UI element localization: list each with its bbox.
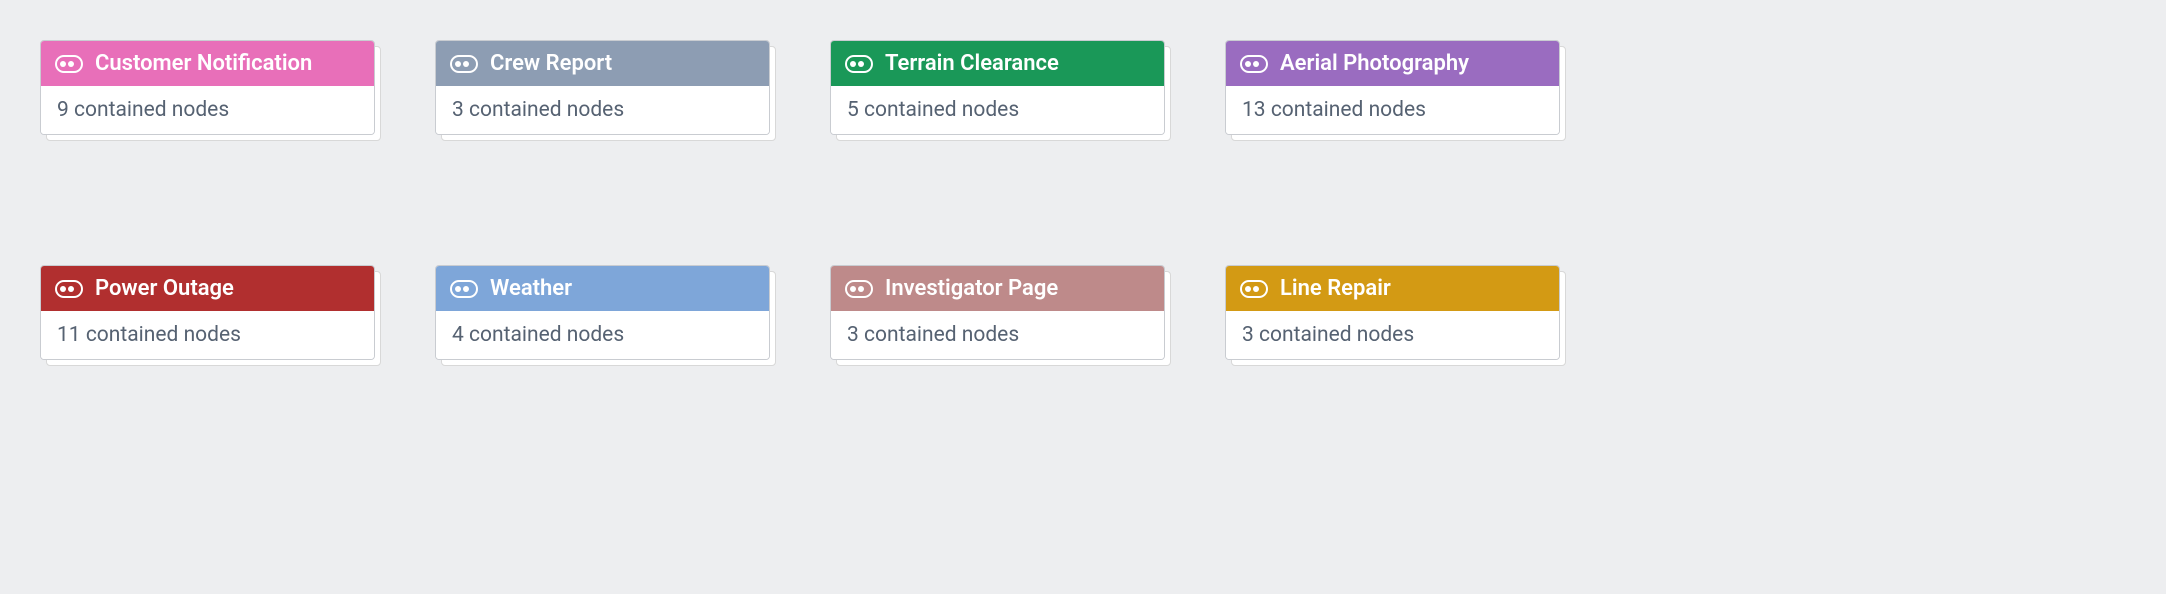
card-body: 11 contained nodes — [41, 311, 374, 359]
card-title: Customer Notification — [95, 51, 312, 76]
card-header: Customer Notification — [41, 41, 374, 86]
card[interactable]: Line Repair 3 contained nodes — [1225, 265, 1560, 360]
toggle-icon — [1240, 55, 1268, 73]
card-header: Investigator Page — [831, 266, 1164, 311]
card-header: Terrain Clearance — [831, 41, 1164, 86]
card-header: Line Repair — [1226, 266, 1559, 311]
card-body: 5 contained nodes — [831, 86, 1164, 134]
card-body: 9 contained nodes — [41, 86, 374, 134]
card[interactable]: Weather 4 contained nodes — [435, 265, 770, 360]
card-title: Weather — [490, 276, 572, 301]
card[interactable]: Customer Notification 9 contained nodes — [40, 40, 375, 135]
card-body: 3 contained nodes — [831, 311, 1164, 359]
card[interactable]: Power Outage 11 contained nodes — [40, 265, 375, 360]
toggle-icon — [845, 280, 873, 298]
card-title: Line Repair — [1280, 276, 1391, 301]
toggle-icon — [450, 280, 478, 298]
card-body: 3 contained nodes — [436, 86, 769, 134]
toggle-icon — [55, 55, 83, 73]
card[interactable]: Aerial Photography 13 contained nodes — [1225, 40, 1560, 135]
toggle-icon — [450, 55, 478, 73]
card-body: 3 contained nodes — [1226, 311, 1559, 359]
card-title: Power Outage — [95, 276, 234, 301]
card-body: 13 contained nodes — [1226, 86, 1559, 134]
card-title: Aerial Photography — [1280, 51, 1469, 76]
card-header: Weather — [436, 266, 769, 311]
card[interactable]: Terrain Clearance 5 contained nodes — [830, 40, 1165, 135]
card[interactable]: Investigator Page 3 contained nodes — [830, 265, 1165, 360]
toggle-icon — [845, 55, 873, 73]
toggle-icon — [1240, 280, 1268, 298]
card-title: Investigator Page — [885, 276, 1058, 301]
card-title: Terrain Clearance — [885, 51, 1059, 76]
toggle-icon — [55, 280, 83, 298]
cards-grid: Customer Notification 9 contained nodes … — [40, 40, 1560, 360]
card-header: Aerial Photography — [1226, 41, 1559, 86]
card-header: Crew Report — [436, 41, 769, 86]
card-header: Power Outage — [41, 266, 374, 311]
card-title: Crew Report — [490, 51, 612, 76]
card-body: 4 contained nodes — [436, 311, 769, 359]
card[interactable]: Crew Report 3 contained nodes — [435, 40, 770, 135]
